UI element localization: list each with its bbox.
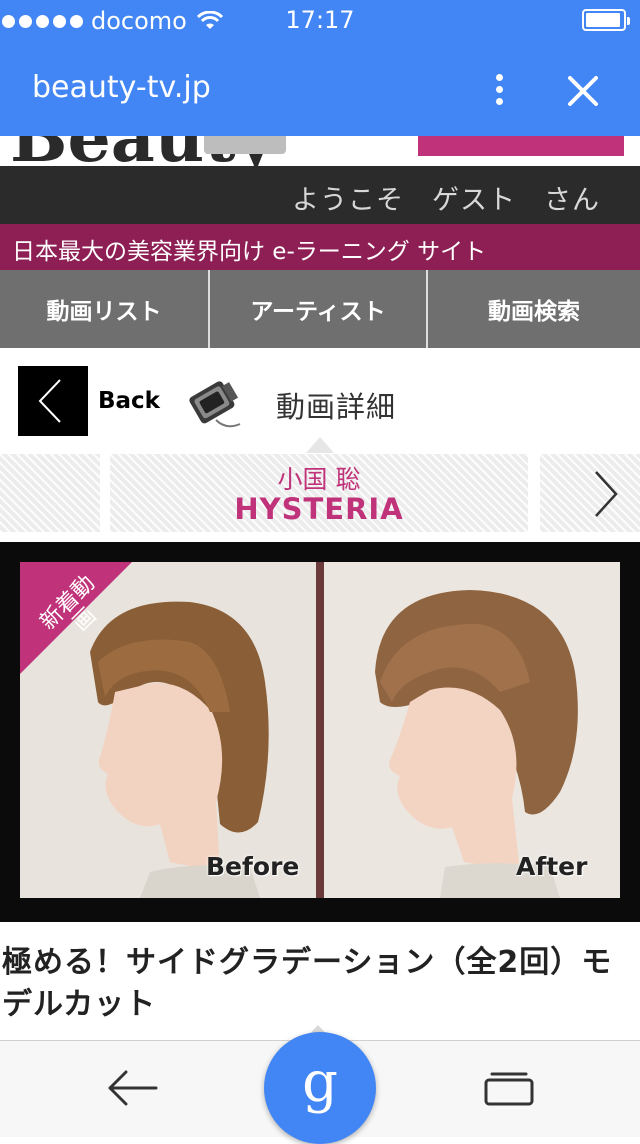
before-label: Before <box>206 852 300 881</box>
video-camera-icon <box>189 381 241 428</box>
browser-toolbar: beauty-tv.jp <box>0 42 640 136</box>
chevron-left-icon <box>38 379 61 423</box>
welcome-bar: ようこそ ゲスト さん <box>0 166 640 224</box>
nav-video-search[interactable]: 動画検索 <box>428 270 640 348</box>
google-g-icon: g <box>302 1050 338 1115</box>
google-search-button[interactable]: g <box>264 1032 376 1144</box>
welcome-text: ようこそ ゲスト さん <box>292 185 600 216</box>
section-pointer <box>306 437 334 453</box>
site-tagline: 日本最大の美容業界向け e-ラーニング サイト <box>0 224 640 270</box>
back-label[interactable]: Back <box>98 388 160 414</box>
url-display[interactable]: beauty-tv.jp <box>32 70 211 105</box>
artist-name[interactable]: 小国 聡 <box>110 460 528 496</box>
close-icon[interactable] <box>560 68 606 114</box>
header-pink-button[interactable] <box>418 136 624 156</box>
video-title[interactable]: 極める！サイドグラデーション（全2回）モデルカット <box>2 942 638 1026</box>
main-nav: 動画リスト アーティスト 動画検索 <box>0 270 640 348</box>
nav-artist[interactable]: アーティスト <box>210 270 428 348</box>
back-button[interactable] <box>18 366 88 436</box>
page-title: 動画詳細 <box>276 390 397 424</box>
tabs-icon[interactable] <box>484 1070 534 1106</box>
video-thumbnail[interactable]: 新着動画 Before After <box>20 562 620 898</box>
site-logo-strip: Beauty <box>0 136 640 166</box>
tagline-text: 日本最大の美容業界向け e-ラーニング サイト <box>12 239 487 265</box>
prev-artist-panel[interactable] <box>0 454 100 532</box>
battery-icon <box>582 9 630 31</box>
clock: 17:17 <box>285 6 355 34</box>
status-bar: docomo 17:17 <box>0 0 640 42</box>
nav-video-list[interactable]: 動画リスト <box>0 270 210 348</box>
logo-tv-badge <box>204 136 286 154</box>
after-label: After <box>516 852 588 881</box>
video-player[interactable]: 新着動画 Before After <box>0 542 640 922</box>
more-vert-icon[interactable] <box>480 68 520 112</box>
artist-row: 小国 聡 HYSTERIA <box>0 454 640 532</box>
salon-name[interactable]: HYSTERIA <box>110 492 528 526</box>
chevron-right-icon[interactable] <box>584 468 624 520</box>
arrow-back-icon[interactable] <box>106 1068 158 1108</box>
